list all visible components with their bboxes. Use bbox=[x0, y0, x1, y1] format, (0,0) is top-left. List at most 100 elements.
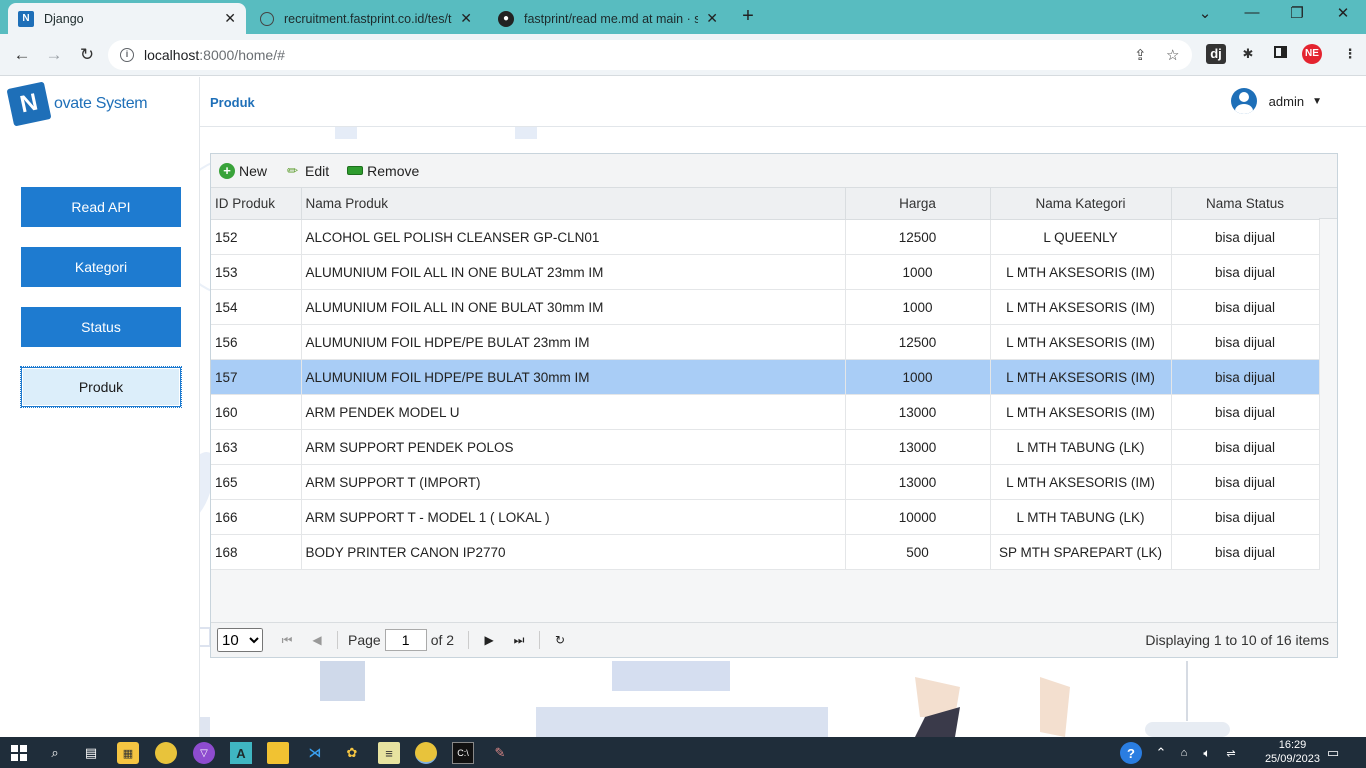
cell-nama[interactable]: ARM PENDEK MODEL U bbox=[301, 394, 846, 430]
cell-id[interactable]: 160 bbox=[211, 394, 302, 430]
search-icon[interactable]: ⌕ bbox=[44, 742, 66, 764]
cell-kategori[interactable]: L MTH AKSESORIS (IM) bbox=[990, 289, 1172, 325]
tab-github[interactable]: ● fastprint/read me.md at main · s ✕ bbox=[488, 3, 728, 34]
forward-arrow-icon[interactable]: → bbox=[42, 43, 66, 67]
cell-harga[interactable]: 10000 bbox=[845, 499, 991, 535]
share-icon[interactable]: ⇪ bbox=[1134, 46, 1147, 64]
cell-nama[interactable]: ALUMUNIUM FOIL HDPE/PE BULAT 23mm IM bbox=[301, 324, 846, 360]
cell-status[interactable]: bisa dijual bbox=[1171, 289, 1320, 325]
cell-id[interactable]: 163 bbox=[211, 429, 302, 465]
cell-harga[interactable]: 1000 bbox=[845, 289, 991, 325]
terminal-icon[interactable]: C:\ bbox=[452, 742, 474, 764]
file-explorer-icon[interactable] bbox=[267, 742, 289, 764]
profile-avatar-icon[interactable]: NE bbox=[1302, 44, 1322, 64]
table-row[interactable]: 153 ALUMUNIUM FOIL ALL IN ONE BULAT 23mm … bbox=[211, 254, 1320, 290]
cell-kategori[interactable]: L MTH AKSESORIS (IM) bbox=[990, 394, 1172, 430]
restore-icon[interactable]: ❐ bbox=[1285, 4, 1309, 22]
cell-nama[interactable]: BODY PRINTER CANON IP2770 bbox=[301, 534, 846, 570]
cell-kategori[interactable]: L QUEENLY bbox=[990, 219, 1172, 255]
notifications-icon[interactable]: ▭ bbox=[1322, 742, 1344, 764]
table-row[interactable]: 160 ARM PENDEK MODEL U 13000 L MTH AKSESORI… bbox=[211, 394, 1320, 430]
cell-harga[interactable]: 12500 bbox=[845, 219, 991, 255]
close-icon[interactable]: ✕ bbox=[460, 10, 472, 27]
cell-harga[interactable]: 500 bbox=[845, 534, 991, 570]
page-size-select[interactable]: 10 bbox=[217, 628, 263, 652]
cell-kategori[interactable]: L MTH AKSESORIS (IM) bbox=[990, 324, 1172, 360]
extensions-puzzle-icon[interactable]: ✱ bbox=[1238, 44, 1258, 64]
cell-id[interactable]: 166 bbox=[211, 499, 302, 535]
sidebar-item-status[interactable]: Status bbox=[21, 307, 181, 347]
cell-id[interactable]: 165 bbox=[211, 464, 302, 500]
bookmark-star-icon[interactable]: ☆ bbox=[1166, 46, 1179, 64]
table-row[interactable]: 165 ARM SUPPORT T (IMPORT) 13000 L MTH AKSE… bbox=[211, 464, 1320, 500]
first-page-icon[interactable]: ⏮ bbox=[277, 633, 297, 648]
cell-harga[interactable]: 13000 bbox=[845, 464, 991, 500]
cell-harga[interactable]: 13000 bbox=[845, 429, 991, 465]
cell-status[interactable]: bisa dijual bbox=[1171, 534, 1320, 570]
chrome-active-icon[interactable] bbox=[415, 742, 437, 764]
app-icon-a[interactable]: A bbox=[230, 742, 252, 764]
sidebar-item-kategori[interactable]: Kategori bbox=[21, 247, 181, 287]
table-row[interactable]: 163 ARM SUPPORT PENDEK POLOS 13000 L MTH TA… bbox=[211, 429, 1320, 465]
back-arrow-icon[interactable]: ← bbox=[10, 43, 34, 67]
django-extension-icon[interactable]: dj bbox=[1206, 44, 1226, 64]
help-icon[interactable]: ? bbox=[1120, 742, 1142, 764]
edit-button[interactable]: ✎ Edit bbox=[284, 161, 330, 179]
cell-harga[interactable]: 1000 bbox=[845, 359, 991, 395]
store-icon[interactable]: ▦ bbox=[117, 742, 139, 764]
table-row[interactable]: 152 ALCOHOL GEL POLISH CLEANSER GP-CLN01 1… bbox=[211, 219, 1320, 255]
cell-id[interactable]: 157 bbox=[211, 359, 302, 395]
user-menu[interactable]: admin ▼ bbox=[1230, 88, 1322, 114]
table-row[interactable]: 168 BODY PRINTER CANON IP2770 500 SP MTH SP… bbox=[211, 534, 1320, 570]
cell-nama[interactable]: ARM SUPPORT PENDEK POLOS bbox=[301, 429, 846, 465]
address-bar[interactable]: i localhost:8000/home/# ⇪ ☆ bbox=[108, 40, 1192, 70]
minimize-icon[interactable]: — bbox=[1240, 4, 1264, 21]
close-icon[interactable]: ✕ bbox=[706, 10, 718, 27]
table-row[interactable]: 154 ALUMUNIUM FOIL ALL IN ONE BULAT 30mm … bbox=[211, 289, 1320, 325]
cell-harga[interactable]: 12500 bbox=[845, 324, 991, 360]
cell-status[interactable]: bisa dijual bbox=[1171, 359, 1320, 395]
cell-status[interactable]: bisa dijual bbox=[1171, 254, 1320, 290]
table-row[interactable]: 156 ALUMUNIUM FOIL HDPE/PE BULAT 23mm IM 1… bbox=[211, 324, 1320, 360]
tab-django[interactable]: N Django ✕ bbox=[8, 3, 246, 34]
cell-kategori[interactable]: SP MTH SPAREPART (LK) bbox=[990, 534, 1172, 570]
cell-nama[interactable]: ALUMUNIUM FOIL HDPE/PE BULAT 30mm IM bbox=[301, 359, 846, 395]
cell-id[interactable]: 168 bbox=[211, 534, 302, 570]
volume-icon[interactable]: 🔈︎ bbox=[1196, 742, 1218, 764]
tab-recruitment[interactable]: recruitment.fastprint.co.id/tes/te ✕ bbox=[250, 3, 482, 34]
cell-nama[interactable]: ARM SUPPORT T (IMPORT) bbox=[301, 464, 846, 500]
close-icon[interactable]: ✕ bbox=[224, 10, 236, 27]
cell-harga[interactable]: 13000 bbox=[845, 394, 991, 430]
app-icon-purple[interactable]: ▽ bbox=[193, 742, 215, 764]
tray-chevron-icon[interactable]: ⌃ bbox=[1150, 742, 1172, 764]
cell-id[interactable]: 154 bbox=[211, 289, 302, 325]
cell-nama[interactable]: ALUMUNIUM FOIL ALL IN ONE BULAT 23mm IM bbox=[301, 254, 846, 290]
side-panel-icon[interactable] bbox=[1270, 44, 1290, 64]
site-info-icon[interactable]: i bbox=[120, 48, 134, 62]
cell-status[interactable]: bisa dijual bbox=[1171, 499, 1320, 535]
cell-status[interactable]: bisa dijual bbox=[1171, 464, 1320, 500]
cell-kategori[interactable]: L MTH TABUNG (LK) bbox=[990, 429, 1172, 465]
column-header-kategori[interactable]: Nama Kategori bbox=[990, 187, 1172, 220]
language-icon[interactable]: ⇌ bbox=[1220, 742, 1242, 764]
notepad-icon[interactable]: ≡ bbox=[378, 742, 400, 764]
app-icon-paint[interactable]: ✎ bbox=[489, 742, 511, 764]
task-view-icon[interactable]: ▤ bbox=[80, 742, 102, 764]
new-button[interactable]: + New bbox=[219, 162, 267, 179]
cell-kategori[interactable]: L MTH AKSESORIS (IM) bbox=[990, 359, 1172, 395]
cell-harga[interactable]: 1000 bbox=[845, 254, 991, 290]
cell-status[interactable]: bisa dijual bbox=[1171, 324, 1320, 360]
cell-status[interactable]: bisa dijual bbox=[1171, 429, 1320, 465]
cell-kategori[interactable]: L MTH TABUNG (LK) bbox=[990, 499, 1172, 535]
cell-nama[interactable]: ARM SUPPORT T - MODEL 1 ( LOKAL ) bbox=[301, 499, 846, 535]
page-number-input[interactable] bbox=[384, 629, 427, 651]
table-row[interactable]: 166 ARM SUPPORT T - MODEL 1 ( LOKAL ) 1000… bbox=[211, 499, 1320, 535]
network-icon[interactable]: ⌂ bbox=[1173, 742, 1195, 764]
vscode-icon[interactable]: ⋊ bbox=[304, 742, 326, 764]
prev-page-icon[interactable]: ◀ bbox=[307, 633, 327, 647]
windows-start-icon[interactable] bbox=[8, 742, 30, 764]
sidebar-item-read-api[interactable]: Read API bbox=[21, 187, 181, 227]
reload-icon[interactable]: ↻ bbox=[75, 43, 99, 67]
window-close-icon[interactable]: ✕ bbox=[1331, 4, 1355, 22]
cell-kategori[interactable]: L MTH AKSESORIS (IM) bbox=[990, 464, 1172, 500]
